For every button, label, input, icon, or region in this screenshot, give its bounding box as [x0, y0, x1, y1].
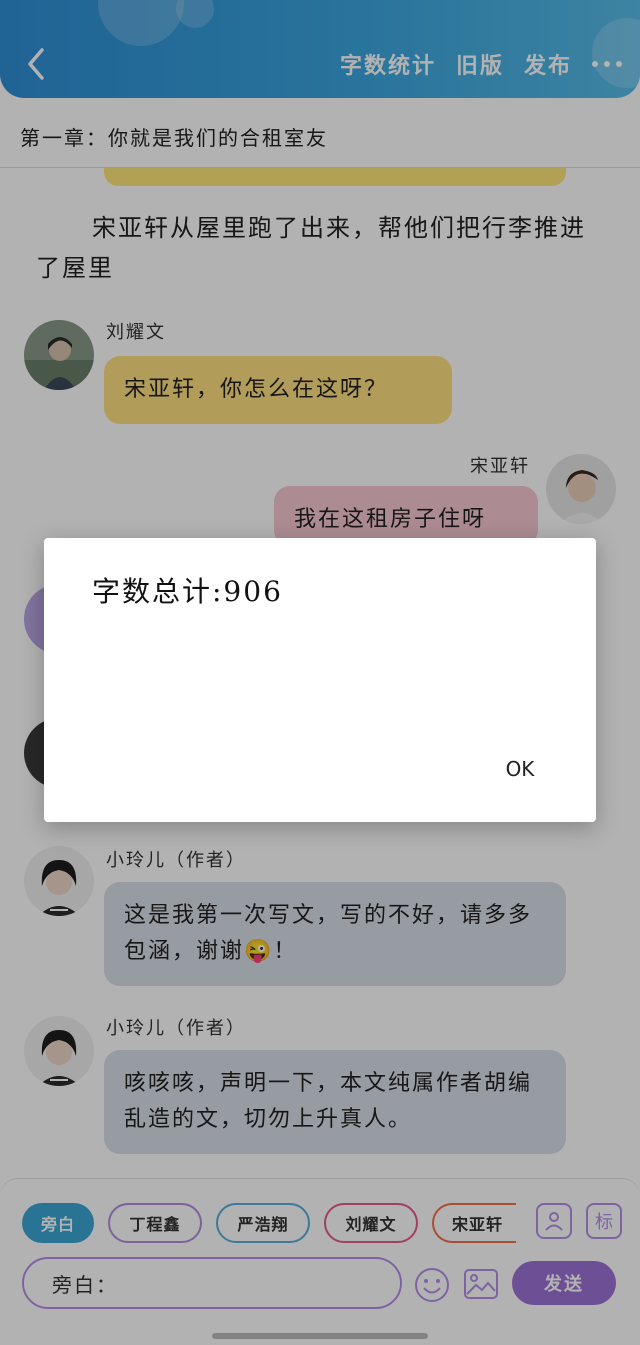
ok-button[interactable]: OK — [490, 752, 550, 786]
word-count-dialog: 字数总计:906 OK — [44, 538, 596, 822]
dialog-message: 字数总计:906 — [92, 575, 283, 608]
